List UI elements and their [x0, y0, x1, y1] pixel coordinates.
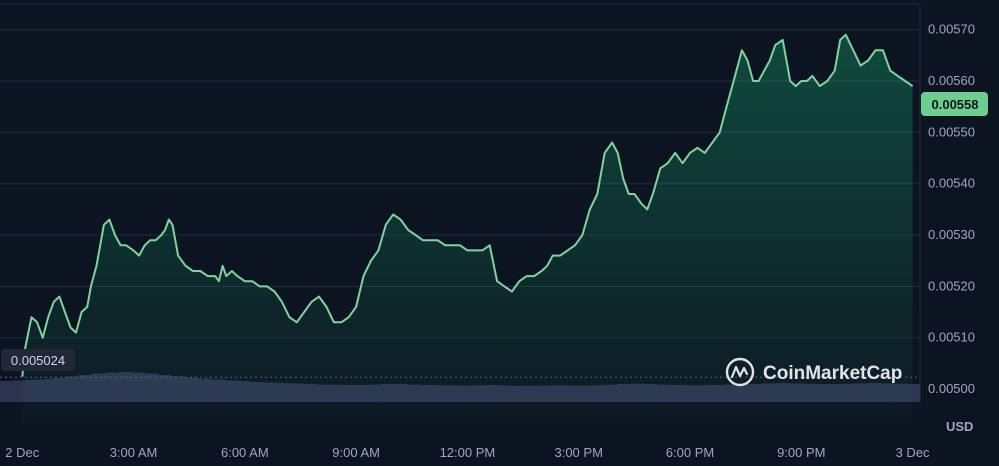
y-tick-label: 0.00500: [928, 381, 975, 396]
currency-label: USD: [946, 419, 973, 434]
x-tick-label: 3:00 AM: [110, 445, 158, 460]
x-tick-label: 12:00 PM: [440, 445, 496, 460]
x-axis: 2 Dec 3:00 AM 6:00 AM 9:00 AM 12:00 PM 3:00 P…: [5, 445, 930, 460]
y-tick-label: 0.00560: [928, 73, 975, 88]
volume-bar: [0, 381, 14, 402]
current-price-badge: 0.00558: [921, 92, 988, 116]
watermark-text: CoinMarketCap: [763, 363, 902, 384]
x-tick-label: 6:00 PM: [666, 445, 714, 460]
x-tick-label: 6:00 AM: [221, 445, 269, 460]
y-axis: 0.00570 0.00560 0.00550 0.00540 0.00530 0.005…: [928, 22, 975, 396]
x-tick-label: 3 Dec: [896, 445, 930, 460]
x-tick-label: 3:00 PM: [554, 445, 602, 460]
y-tick-label: 0.00520: [928, 278, 975, 293]
x-tick-label: 2 Dec: [5, 445, 39, 460]
price-chart: 0.00570 0.00560 0.00550 0.00540 0.00530 0.005…: [0, 3, 988, 460]
y-tick-label: 0.00570: [928, 22, 975, 37]
x-tick-label: 9:00 AM: [332, 445, 380, 460]
y-tick-label: 0.00550: [928, 124, 975, 139]
y-tick-label: 0.00530: [928, 227, 975, 242]
open-price-label: 0.005024: [11, 353, 65, 368]
y-tick-label: 0.00540: [928, 176, 975, 191]
y-tick-label: 0.00510: [928, 330, 975, 345]
current-price-label: 0.00558: [932, 97, 979, 112]
open-price-tag: 0.005024: [1, 349, 75, 371]
x-tick-label: 9:00 PM: [777, 445, 825, 460]
